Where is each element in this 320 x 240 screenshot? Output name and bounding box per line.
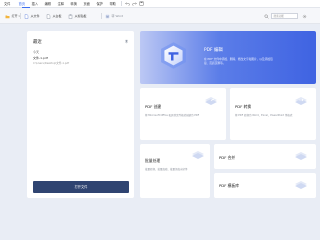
pdf-convert-desc: 将 PDF 转换为 Word、Excel、PowerPoint 等格式 (235, 114, 293, 117)
pdf-edit-card[interactable]: PDF 编辑 在 PDF 文件中添加、删除、修改文字和图片，以及添加链接、页眉页… (140, 31, 316, 84)
blank-page-label: 从白板 (52, 14, 62, 18)
pdf-convert-card[interactable]: PDF 转换 将 PDF 转换为 Word、Excel、PowerPoint 等… (230, 88, 316, 140)
to-word-label: 转 Word (111, 14, 124, 18)
recent-file-name: 文件-1.pdf (33, 56, 48, 60)
recent-file-path: C:\Users\Desktop\文件-1.pdf (33, 62, 70, 65)
open-tool[interactable]: 打开 ▾ (5, 12, 20, 20)
recent-file-row[interactable]: 文件-1.pdf C:\Users\Desktop\文件-1.pdf (33, 56, 129, 70)
recent-panel: 最近 今天 文件-1.pdf C:\Users\Desktop\文件-1.pdf… (27, 31, 134, 198)
batch-process-desc: 批量转换、批量加密、批量添加水印等 (145, 168, 188, 171)
settings-tool[interactable] (302, 12, 309, 20)
menu-item-convert[interactable]: 转换 (67, 0, 80, 8)
menu-item-insert[interactable]: 插入 (28, 0, 41, 8)
pdf-merge-card[interactable]: PDF 合并 (214, 144, 316, 169)
menu-item-annotate[interactable]: 注释 (54, 0, 67, 8)
recent-group-today: 今天 (33, 50, 40, 54)
clipboard-icon (68, 14, 73, 19)
menu-item-edit[interactable]: 编辑 (41, 0, 54, 8)
recent-title: 最近 (33, 40, 42, 45)
new-from-file-label: 从文件 (30, 14, 40, 18)
toolbar: 打开 ▾ 从文件 从白板 从剪贴板 转 Word 搜索功能 (0, 8, 320, 24)
pdf-edit-title: PDF 编辑 (204, 48, 223, 53)
batch-process-title: 批量处理 (145, 158, 161, 163)
pdf-create-card[interactable]: PDF 创建 将 Microsoft Office 和其他文件格式创建为 PDF (140, 88, 226, 140)
blank-page-tool[interactable]: 从白板 (46, 12, 62, 20)
toolbar-separator (101, 13, 102, 19)
menu-item-protect[interactable]: 保护 (93, 0, 106, 8)
pdf-logo-icon (157, 39, 190, 72)
menu-separator (121, 1, 123, 6)
menu-item-page[interactable]: 页面 (80, 0, 93, 8)
pin-icon[interactable] (124, 39, 129, 44)
from-clipboard-label: 从剪贴板 (74, 14, 87, 18)
doc-stack-icon (202, 94, 220, 107)
open-folder-icon (5, 14, 10, 19)
search-icon (264, 14, 269, 19)
doc-stack-icon (292, 149, 310, 162)
new-from-file-tool[interactable]: 从文件 (24, 12, 40, 20)
pdf-edit-desc: 在 PDF 文件中添加、删除、修改文字和图片，以及添加链接、页眉页脚等。 (204, 57, 273, 65)
pdf-create-title: PDF 创建 (145, 104, 162, 109)
doc-stack-icon (292, 94, 310, 107)
undo-icon[interactable] (125, 1, 130, 6)
toolbar-separator (20, 13, 21, 19)
batch-process-card[interactable]: 批量处理 批量转换、批量加密、批量添加水印等 (140, 144, 210, 198)
search-tool[interactable] (264, 12, 271, 20)
pdf-template-card[interactable]: PDF 模板库 (214, 173, 316, 198)
open-tool-label: 打开 (11, 14, 18, 18)
pdf-merge-title: PDF 合并 (219, 155, 236, 160)
from-clipboard-tool[interactable]: 从剪贴板 (68, 12, 87, 20)
pdf-template-title: PDF 模板库 (219, 183, 239, 188)
word-icon (105, 14, 110, 19)
file-icon (24, 13, 29, 19)
menu-item-file[interactable]: 文件 (0, 0, 15, 8)
pdf-create-desc: 将 Microsoft Office 和其他文件格式创建为 PDF (145, 114, 200, 117)
blank-page-icon (46, 13, 51, 19)
menu-item-help[interactable]: 帮助 (106, 0, 119, 8)
save-icon[interactable] (139, 1, 144, 6)
doc-stack-icon (292, 178, 310, 191)
gear-icon (302, 14, 307, 19)
pdf-convert-title: PDF 转换 (235, 104, 252, 109)
doc-stack-icon (189, 148, 207, 161)
redo-icon[interactable] (132, 1, 137, 6)
search-input[interactable]: 搜索功能 (271, 13, 298, 19)
open-file-button[interactable]: 打开文件 (33, 181, 129, 193)
menu-bar: 文件 首页 插入 编辑 注释 转换 页面 保护 帮助 (0, 0, 320, 8)
to-word-tool[interactable]: 转 Word (105, 12, 123, 20)
